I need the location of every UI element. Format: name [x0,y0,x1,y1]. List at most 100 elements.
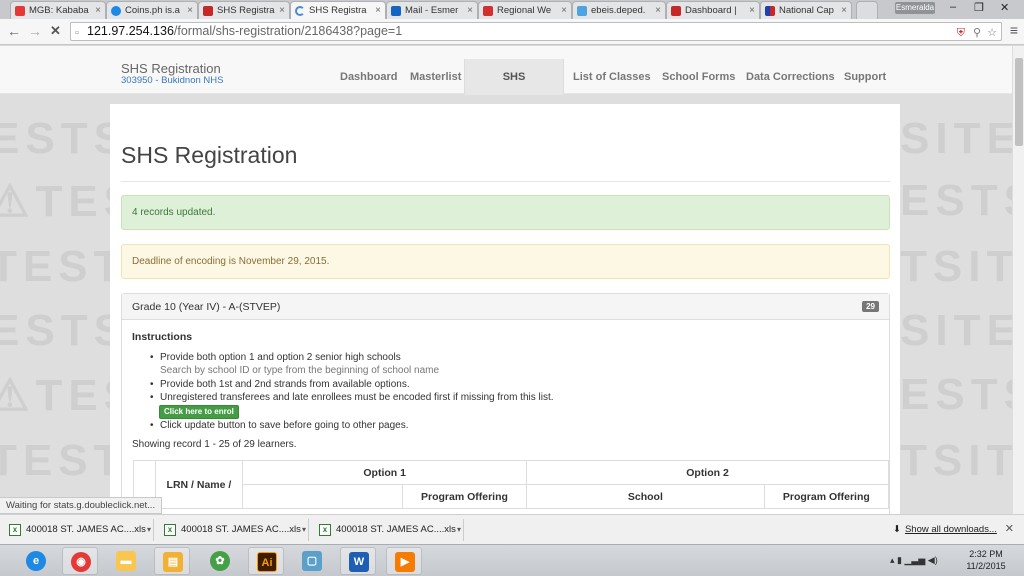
tab-strip: MGB: Kababa × Coins.ph is.a × SHS Registra… [0,0,1024,19]
enrol-button[interactable]: Click here to enrol [159,405,239,419]
watermark: TEST [0,242,127,291]
close-icon[interactable]: × [749,2,755,19]
browser-tab-active[interactable]: SHS Registra × [290,1,386,19]
page-viewport: ESTS ⚠TES TEST ESTS ⚠TES TEST SITE ESTS … [0,46,1012,514]
close-icon[interactable]: × [655,2,661,19]
explorer-icon[interactable]: ▤ [154,547,190,575]
nav-school-forms[interactable]: School Forms [652,59,745,95]
browser-tab[interactable]: Regional We × [478,1,572,19]
instruction-item: Provide both 1st and 2nd strands from av… [150,379,410,390]
nav-data-corrections[interactable]: Data Corrections [736,59,845,95]
illustrator-icon[interactable]: Ai [248,547,284,575]
chevron-up-icon[interactable]: ▾ [457,519,461,541]
media-player-icon[interactable]: ▶ [386,547,422,575]
instruction-item: Provide both option 1 and option 2 senio… [150,352,401,363]
download-item[interactable]: x 400018 ST. JAMES AC....xls ▾ [314,519,464,541]
window-app-icon[interactable]: ▢ [294,547,330,575]
nav-list-of-classes[interactable]: List of Classes [563,59,661,95]
scrollbar-thumb[interactable] [1015,58,1023,146]
volume-icon[interactable]: ◀) [928,555,938,565]
network-icon[interactable]: ▮ [897,555,902,565]
stop-icon[interactable]: ✕ [50,23,61,39]
signal-icon[interactable]: ▁▃▅ [905,555,926,565]
back-icon[interactable]: ← [7,23,21,39]
tray-icons[interactable]: ▴ ▮ ▁▃▅ ◀) [890,555,938,566]
address-bar[interactable]: ▫ 121.97.254.136/formal/shs-registration… [70,22,1002,41]
word-icon[interactable]: W [340,547,376,575]
browser-tab[interactable]: Mail - Esmer × [386,1,478,19]
new-tab-button[interactable] [856,1,878,19]
mail-icon [391,6,401,16]
brand[interactable]: SHS Registration 303950 - Bukidnon NHS [121,62,223,86]
close-icon[interactable]: × [841,2,847,19]
taskbar: e ◉ ▬ ▤ ✿ Ai ▢ W ▶ ▴ ▮ ▁▃▅ ◀) 2:32 PM 11… [0,544,1024,576]
content-panel: SHS Registration 4 records updated. Dead… [110,104,900,514]
browser-tab[interactable]: ebeis.deped. × [572,1,666,19]
excel-file-icon: x [164,524,176,536]
page-scrollbar[interactable] [1012,46,1024,514]
atom-icon[interactable]: ✿ [202,547,238,575]
shield-icon[interactable]: ⛨ [957,25,965,42]
url-path: /formal/shs-registration/2186438?page=1 [173,24,403,38]
minimize-icon[interactable]: – [950,1,956,13]
chevron-up-icon[interactable]: ▾ [147,519,151,541]
download-filename: 400018 ST. JAMES AC....xls [336,524,456,535]
chevron-up-icon[interactable]: ▾ [302,519,306,541]
star-icon[interactable]: ☆ [987,25,997,42]
instruction-subtext: Search by school ID or type from the beg… [160,365,440,376]
excel-file-icon: x [9,524,21,536]
download-item[interactable]: x 400018 ST. JAMES AC....xls ▾ [4,519,154,541]
excel-file-icon: x [319,524,331,536]
close-icon[interactable]: ✕ [1005,522,1014,535]
watermark: TSIT [900,242,1012,291]
browser-toolbar: ← → ✕ ▫ 121.97.254.136/formal/shs-regist… [0,19,1024,45]
success-alert: 4 records updated. [121,195,890,230]
browser-tab[interactable]: MGB: Kababa × [10,1,106,19]
brand-subtitle: 303950 - Bukidnon NHS [121,75,224,86]
status-bubble: Waiting for stats.g.doubleclick.net... [0,497,163,514]
browser-tab[interactable]: National Cap × [760,1,852,19]
browser-tab[interactable]: Dashboard | × [666,1,760,19]
deped-icon [203,6,213,16]
instructions-title: Instructions [132,331,193,343]
brand-title: SHS Registration [121,61,221,76]
warning-alert: Deadline of encoding is November 29, 201… [121,244,890,279]
watermark: SITE [900,114,1012,163]
forward-icon[interactable]: → [28,23,42,39]
grade-section: Grade 10 (Year IV) - A-(STVEP) 29 Instru… [121,293,890,514]
restore-icon[interactable]: ❐ [974,1,984,14]
clock[interactable]: 2:32 PM 11/2/2015 [960,548,1012,572]
ie-icon[interactable]: e [18,547,54,575]
close-icon[interactable]: × [187,2,193,19]
close-icon[interactable]: × [467,2,473,19]
watermark: ESTS [900,176,1012,225]
close-window-icon[interactable]: ✕ [1000,1,1009,14]
grade-header: Grade 10 (Year IV) - A-(STVEP) 29 [122,294,889,320]
chrome-icon[interactable]: ◉ [62,547,98,575]
count-badge: 29 [862,301,879,312]
chevron-up-icon[interactable]: ▴ [890,555,895,565]
record-count: Showing record 1 - 25 of 29 learners. [132,439,297,450]
watermark: TSIT [900,436,1012,485]
folder-icon[interactable]: ▬ [108,547,144,575]
close-icon[interactable]: × [375,2,381,19]
search-icon[interactable]: ⚲ [973,25,981,42]
divider [121,181,890,182]
download-item[interactable]: x 400018 ST. JAMES AC....xls ▾ [159,519,309,541]
gmail-icon [483,6,493,16]
download-filename: 400018 ST. JAMES AC....xls [181,524,301,535]
close-icon[interactable]: × [561,2,567,19]
browser-tab[interactable]: Coins.ph is.a × [106,1,198,19]
menu-icon[interactable]: ≡ [1010,22,1018,38]
nav-dashboard[interactable]: Dashboard [330,59,407,95]
clock-time: 2:32 PM [969,549,1003,559]
nav-masterlist[interactable]: Masterlist [400,59,471,95]
browser-tab[interactable]: SHS Registra × [198,1,290,19]
nav-support[interactable]: Support [834,59,896,95]
user-badge[interactable]: Esmeralda [895,2,935,14]
show-all-downloads-link[interactable]: ⬇ Show all downloads... [893,524,997,535]
column-header-program-offering: Program Offering [763,484,890,509]
nav-shs-registration[interactable]: SHS Registration [464,59,564,119]
close-icon[interactable]: × [279,2,285,19]
close-icon[interactable]: × [95,2,101,19]
